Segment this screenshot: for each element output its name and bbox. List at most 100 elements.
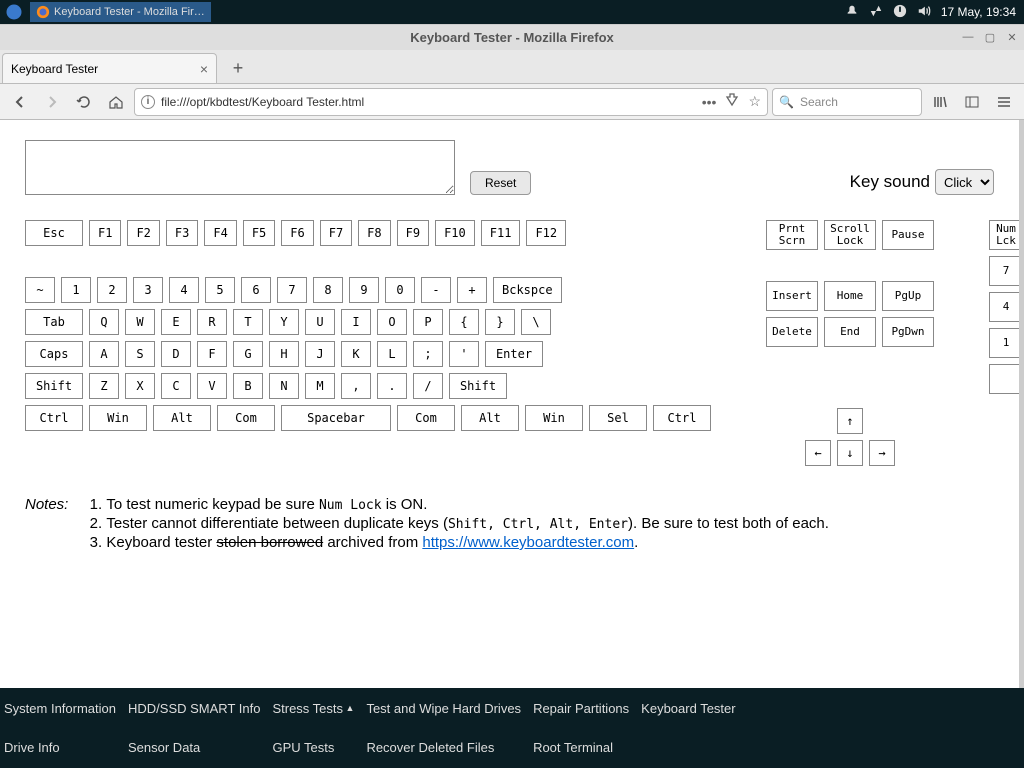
key-com[interactable]: Com — [217, 405, 275, 431]
taskbar-button[interactable]: Keyboard Tester - Mozilla Fir… — [30, 2, 211, 22]
clock[interactable]: 17 May, 19:34 — [941, 5, 1016, 19]
key-4[interactable]: 4 — [169, 277, 199, 303]
key-enter[interactable]: Enter — [485, 341, 543, 367]
notification-icon[interactable] — [845, 4, 859, 21]
key-ctrl[interactable]: Ctrl — [25, 405, 83, 431]
key-insert[interactable]: Insert — [766, 281, 818, 311]
source-link[interactable]: https://www.keyboardtester.com — [422, 534, 634, 551]
key-scroll-lock[interactable]: ScrollLock — [824, 220, 876, 250]
key-t[interactable]: T — [233, 309, 263, 335]
url-bar[interactable]: i file:///opt/kbdtest/Keyboard Tester.ht… — [134, 88, 768, 116]
key-win[interactable]: Win — [89, 405, 147, 431]
key-w[interactable]: W — [125, 309, 155, 335]
key-f2[interactable]: F2 — [127, 220, 159, 246]
numpad-num-lck[interactable]: NumLck — [989, 220, 1023, 250]
arrow-up-key[interactable]: ↑ — [837, 408, 863, 434]
key-bckspce[interactable]: Bckspce — [493, 277, 562, 303]
arrow-right-key[interactable]: → — [869, 440, 895, 466]
key-8[interactable]: 8 — [313, 277, 343, 303]
tab-close-icon[interactable]: × — [200, 61, 208, 77]
key-5[interactable]: 5 — [205, 277, 235, 303]
key-d[interactable]: D — [161, 341, 191, 367]
home-button[interactable] — [102, 88, 130, 116]
key-e[interactable]: E — [161, 309, 191, 335]
bookmark-icon[interactable]: ☆ — [748, 93, 761, 110]
key-\[interactable]: \ — [521, 309, 551, 335]
key-shift[interactable]: Shift — [449, 373, 507, 399]
key-f1[interactable]: F1 — [89, 220, 121, 246]
key-sel[interactable]: Sel — [589, 405, 647, 431]
key-2[interactable]: 2 — [97, 277, 127, 303]
key-f5[interactable]: F5 — [243, 220, 275, 246]
key-i[interactable]: I — [341, 309, 371, 335]
key-;[interactable]: ; — [413, 341, 443, 367]
key-f7[interactable]: F7 — [320, 220, 352, 246]
key-spacebar[interactable]: Spacebar — [281, 405, 391, 431]
key-f6[interactable]: F6 — [281, 220, 313, 246]
search-box[interactable]: 🔍 Search — [772, 88, 922, 116]
key-3[interactable]: 3 — [133, 277, 163, 303]
key-k[interactable]: K — [341, 341, 371, 367]
key-~[interactable]: ~ — [25, 277, 55, 303]
key-}[interactable]: } — [485, 309, 515, 335]
key-f3[interactable]: F3 — [166, 220, 198, 246]
menu-drive-info[interactable]: Drive Info — [4, 740, 116, 755]
key-pgup[interactable]: PgUp — [882, 281, 934, 311]
key-g[interactable]: G — [233, 341, 263, 367]
key-n[interactable]: N — [269, 373, 299, 399]
menu-recover-deleted-files[interactable]: Recover Deleted Files — [366, 740, 521, 755]
key-home[interactable]: Home — [824, 281, 876, 311]
key-f8[interactable]: F8 — [358, 220, 390, 246]
key-f4[interactable]: F4 — [204, 220, 236, 246]
key-pause[interactable]: Pause — [882, 220, 934, 250]
menu-keyboard-tester[interactable]: Keyboard Tester — [641, 701, 735, 716]
key-'[interactable]: ' — [449, 341, 479, 367]
network-icon[interactable] — [869, 4, 883, 21]
menu-repair-partitions[interactable]: Repair Partitions — [533, 701, 629, 716]
forward-button[interactable] — [38, 88, 66, 116]
key-z[interactable]: Z — [89, 373, 119, 399]
key-v[interactable]: V — [197, 373, 227, 399]
key-7[interactable]: 7 — [277, 277, 307, 303]
menu-gpu-tests[interactable]: GPU Tests — [272, 740, 354, 755]
key-h[interactable]: H — [269, 341, 299, 367]
reset-button[interactable]: Reset — [470, 171, 531, 195]
back-button[interactable] — [6, 88, 34, 116]
menu-system-information[interactable]: System Information — [4, 701, 116, 716]
key-6[interactable]: 6 — [241, 277, 271, 303]
key-f10[interactable]: F10 — [435, 220, 475, 246]
menu-test-and-wipe-hard-drives[interactable]: Test and Wipe Hard Drives — [366, 701, 521, 716]
key-f12[interactable]: F12 — [526, 220, 566, 246]
key-ctrl[interactable]: Ctrl — [653, 405, 711, 431]
key-.[interactable]: . — [377, 373, 407, 399]
test-textarea[interactable] — [25, 140, 455, 195]
key-b[interactable]: B — [233, 373, 263, 399]
key--[interactable]: - — [421, 277, 451, 303]
close-button[interactable]: ✕ — [1004, 29, 1020, 45]
key-p[interactable]: P — [413, 309, 443, 335]
key-u[interactable]: U — [305, 309, 335, 335]
key-1[interactable]: 1 — [61, 277, 91, 303]
maximize-button[interactable]: ▢ — [982, 29, 998, 45]
key-com[interactable]: Com — [397, 405, 455, 431]
numpad-7[interactable]: 7 — [989, 256, 1023, 286]
volume-icon[interactable] — [917, 4, 931, 21]
key-shift[interactable]: Shift — [25, 373, 83, 399]
arrow-down-key[interactable]: ↓ — [837, 440, 863, 466]
key-caps[interactable]: Caps — [25, 341, 83, 367]
reader-icon[interactable] — [724, 92, 740, 111]
new-tab-button[interactable]: + — [223, 53, 253, 83]
key-{[interactable]: { — [449, 309, 479, 335]
key-end[interactable]: End — [824, 317, 876, 347]
browser-tab[interactable]: Keyboard Tester × — [2, 53, 217, 83]
key-a[interactable]: A — [89, 341, 119, 367]
key-r[interactable]: R — [197, 309, 227, 335]
info-icon[interactable]: i — [141, 95, 155, 109]
menu-root-terminal[interactable]: Root Terminal — [533, 740, 629, 755]
menu-hdd-ssd-smart-info[interactable]: HDD/SSD SMART Info — [128, 701, 260, 716]
key-j[interactable]: J — [305, 341, 335, 367]
key-y[interactable]: Y — [269, 309, 299, 335]
library-icon[interactable] — [926, 88, 954, 116]
key-alt[interactable]: Alt — [461, 405, 519, 431]
key-l[interactable]: L — [377, 341, 407, 367]
